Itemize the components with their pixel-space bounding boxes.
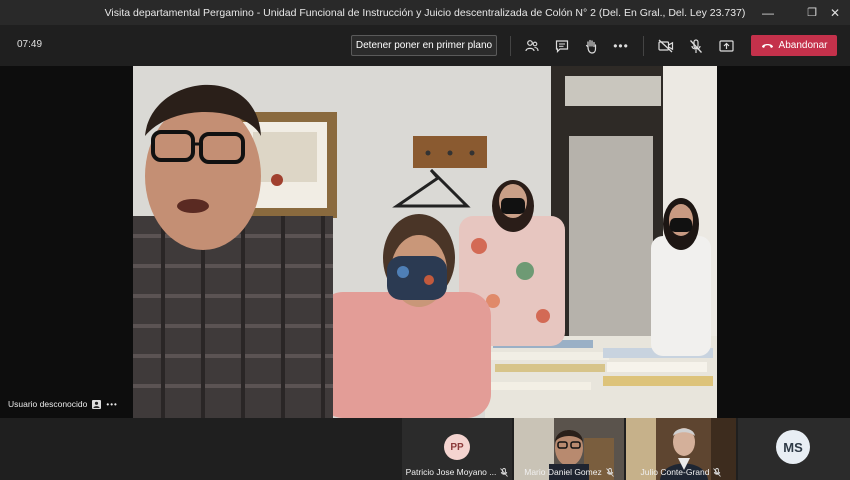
spotlight-video[interactable] — [133, 66, 717, 418]
participant-name: Patricio Jose Moyano ... — [405, 467, 497, 477]
hangup-icon — [761, 44, 773, 48]
title-bar: Visita departamental Pergamino - Unidad … — [0, 0, 850, 25]
leave-button[interactable]: Abandonar — [751, 35, 837, 56]
meeting-toolbar: 07:49 Detener poner en primer plano ••• … — [0, 25, 850, 66]
participant-name-row: Mario Daniel Gomez — [514, 467, 624, 477]
window-title: Visita departamental Pergamino - Unidad … — [104, 6, 746, 19]
share-tray-icon[interactable] — [716, 36, 736, 56]
participant-more-icon[interactable]: ••• — [106, 400, 117, 409]
leave-label: Abandonar — [778, 40, 828, 51]
participants-icon[interactable] — [522, 36, 542, 56]
avatar-initials: MS — [783, 439, 803, 455]
toolbar-divider — [643, 36, 644, 56]
meeting-stage: Usuario desconocido ••• — [0, 66, 850, 418]
participant-name-row: Julio Conte-Grand — [626, 467, 736, 477]
participant-tile-2[interactable]: Mario Daniel Gomez — [514, 418, 624, 480]
more-options-icon[interactable]: ••• — [611, 36, 631, 56]
toolbar-divider — [510, 36, 511, 56]
participant-name: Julio Conte-Grand — [640, 467, 710, 477]
participant-pin-icon — [92, 399, 102, 409]
mic-off-icon[interactable] — [686, 36, 706, 56]
video-scene — [133, 66, 717, 418]
participant-tile-4[interactable]: MS — [738, 418, 850, 480]
minimize-button[interactable]: — — [753, 0, 783, 25]
mic-off-icon — [605, 467, 614, 477]
participant-name-row: Patricio Jose Moyano ... — [402, 467, 512, 477]
avatar-initials: PP — [450, 441, 464, 453]
participant-name: Mario Daniel Gomez — [524, 467, 602, 477]
avatar: PP — [444, 434, 470, 460]
mic-off-icon — [500, 467, 509, 477]
camera-off-icon[interactable] — [656, 36, 676, 56]
participant-tile-1[interactable]: PP Patricio Jose Moyano ... — [402, 418, 512, 480]
close-button[interactable]: ✕ — [820, 0, 850, 25]
spotlight-participant-name: Usuario desconocido — [8, 399, 88, 409]
avatar: MS — [776, 430, 810, 464]
stop-spotlight-button[interactable]: Detener poner en primer plano — [351, 35, 497, 56]
meeting-timer: 07:49 — [17, 39, 43, 50]
raise-hand-icon[interactable] — [581, 36, 601, 56]
mic-off-icon — [713, 467, 722, 477]
participant-tile-3[interactable]: Julio Conte-Grand — [626, 418, 736, 480]
spotlight-participant-label: Usuario desconocido ••• — [8, 399, 118, 409]
chat-icon[interactable] — [552, 36, 572, 56]
